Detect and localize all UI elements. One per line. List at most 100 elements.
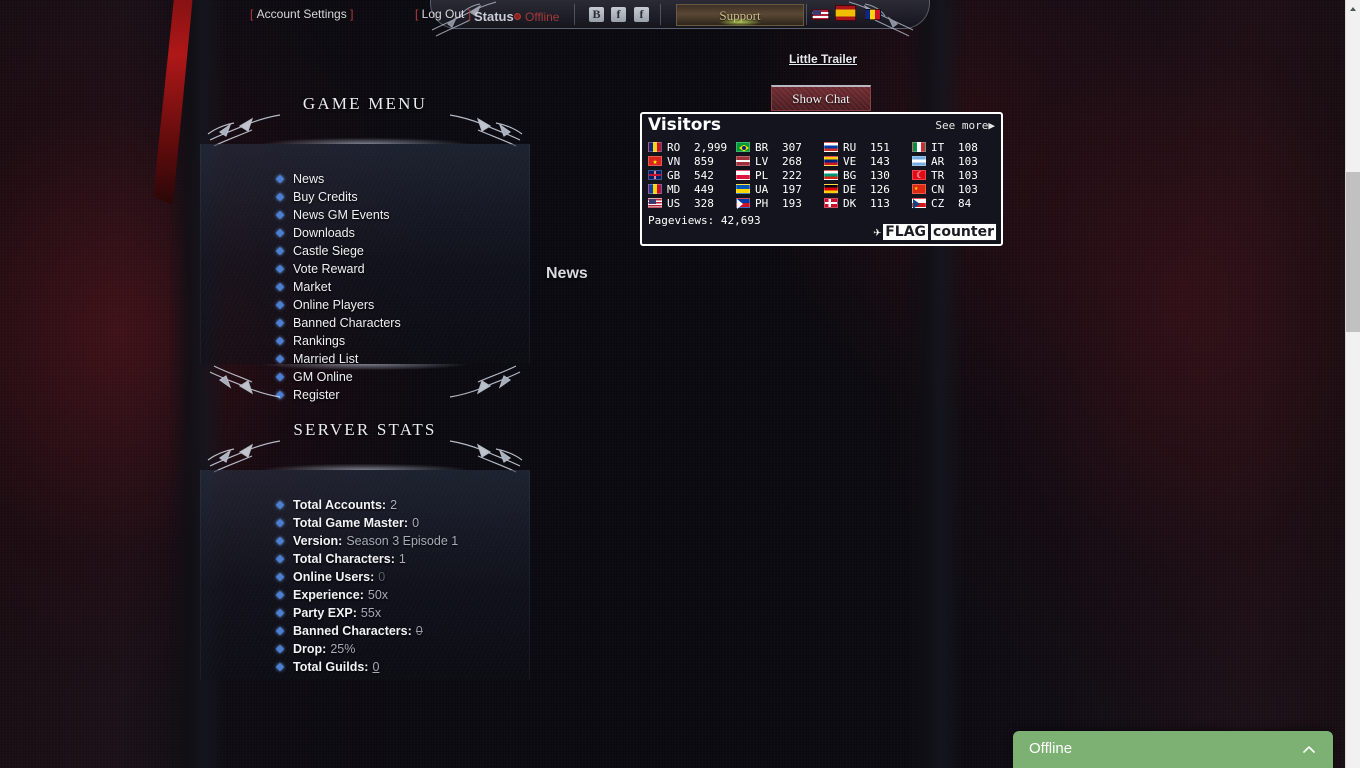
logout-label: Log Out xyxy=(421,7,465,21)
pageviews-value: 42,693 xyxy=(720,214,761,227)
stat-experience: Experience: 50x xyxy=(201,586,529,604)
news-heading: News xyxy=(546,265,588,282)
stat-version: Version: Season 3 Episode 1 xyxy=(201,532,529,550)
us-flag-icon xyxy=(648,198,662,208)
menu-item-vote-reward[interactable]: Vote Reward xyxy=(201,260,529,278)
country-code: RU xyxy=(843,140,857,154)
scroll-up-arrow-icon[interactable] xyxy=(1346,0,1360,17)
menu-item-downloads[interactable]: Downloads xyxy=(201,224,529,242)
bullet-icon xyxy=(275,264,285,274)
flag-column-2: BR 307 LV 268 PL 222 UA 197 PH 193 xyxy=(736,140,824,210)
see-more-label: See more xyxy=(935,119,989,132)
stat-value: Season 3 Episode 1 xyxy=(346,534,459,548)
menu-item-label: News xyxy=(293,172,325,186)
vertical-scrollbar[interactable] xyxy=(1345,0,1360,768)
visitor-count: 126 xyxy=(870,182,890,196)
flag-counter-widget[interactable]: Visitors See more▶ RO 2,999 VN 859 GB 542 M… xyxy=(640,112,1003,246)
support-button[interactable]: Support xyxy=(676,4,804,26)
stat-value: 0 xyxy=(412,516,420,530)
stat-label: Party EXP: xyxy=(293,606,357,620)
flag-row: DE 126 xyxy=(824,182,912,196)
ornament-left-icon xyxy=(206,360,282,404)
flag-row: LV 268 xyxy=(736,154,824,168)
menu-item-buy-credits[interactable]: Buy Credits xyxy=(201,188,529,206)
bg-flag-icon xyxy=(824,170,838,180)
ph-flag-icon xyxy=(736,198,750,209)
bullet-icon xyxy=(275,536,285,546)
country-code: UA xyxy=(755,182,769,196)
stat-label: Experience: xyxy=(293,588,364,602)
live-chat-widget[interactable]: Offline xyxy=(1013,731,1333,768)
country-code: MD xyxy=(667,182,681,196)
menu-item-news[interactable]: News xyxy=(201,170,529,188)
page-root: [ Account Settings ] [ Log Out ] Status … xyxy=(0,0,1360,768)
bullet-icon xyxy=(275,174,285,184)
country-code: GB xyxy=(667,168,681,182)
stat-online-users: Online Users: 0 xyxy=(201,568,529,586)
stat-value[interactable]: 0 xyxy=(372,660,379,674)
account-settings-link[interactable]: [ Account Settings ] xyxy=(250,7,353,21)
stat-label: Online Users: xyxy=(293,570,375,584)
menu-item-castle-siege[interactable]: Castle Siege xyxy=(201,242,529,260)
show-chat-button[interactable]: Show Chat xyxy=(771,85,871,111)
flagcounter-mark-icon: ✈ xyxy=(873,224,881,240)
server-stats-panel: SERVER STATS Total Accounts: 2 Total Gam… xyxy=(200,412,530,680)
visitor-count: 2,999 xyxy=(694,140,728,154)
visitor-count: 268 xyxy=(782,154,802,168)
menu-item-market[interactable]: Market xyxy=(201,278,529,296)
us-flag-icon[interactable] xyxy=(812,9,829,20)
flag-row: UA 197 xyxy=(736,182,824,196)
cz-flag-icon xyxy=(912,198,926,209)
facebook-alt-icon[interactable]: f xyxy=(634,7,649,22)
country-code: IT xyxy=(931,140,945,154)
status-value: Offline xyxy=(525,10,560,24)
header-divider-2 xyxy=(660,4,661,25)
facebook-icon[interactable]: f xyxy=(611,7,626,22)
stat-value: 0 xyxy=(378,570,386,584)
visitor-count: 103 xyxy=(958,154,978,168)
visitor-count: 197 xyxy=(782,182,802,196)
flag-row: VE 143 xyxy=(824,154,912,168)
flagcounter-logo: ✈ FLAG counter xyxy=(873,223,997,241)
game-menu-ornament xyxy=(200,114,530,147)
flag-column-1: RO 2,999 VN 859 GB 542 MD 449 US 328 xyxy=(648,140,736,210)
bracket-close: ] xyxy=(464,7,472,21)
menu-item-label: Rankings xyxy=(293,334,346,348)
little-trailer-link[interactable]: Little Trailer xyxy=(789,52,857,66)
stat-label: Banned Characters: xyxy=(293,624,412,638)
visitor-count: 113 xyxy=(870,196,890,210)
menu-item-label: Register xyxy=(293,388,340,402)
blogger-icon[interactable]: B xyxy=(589,7,604,22)
chevron-up-icon[interactable] xyxy=(1303,743,1315,755)
visitor-count: 222 xyxy=(782,168,802,182)
ar-flag-icon xyxy=(912,156,926,166)
support-glow-decoration xyxy=(718,18,762,26)
menu-item-label: Buy Credits xyxy=(293,190,358,204)
see-more-link[interactable]: See more▶ xyxy=(935,119,995,132)
game-menu-panel: GAME MENU News Buy Credits News GM Event… xyxy=(200,86,530,402)
menu-item-banned-characters[interactable]: Banned Characters xyxy=(201,314,529,332)
logout-link[interactable]: [ Log Out ] xyxy=(415,7,471,21)
flag-row: AR 103 xyxy=(912,154,1000,168)
menu-item-rankings[interactable]: Rankings xyxy=(201,332,529,350)
flag-row: DK 113 xyxy=(824,196,912,210)
country-code: PL xyxy=(755,168,769,182)
country-code: US xyxy=(667,196,681,210)
chat-status-label: Offline xyxy=(1029,740,1073,757)
flag-row: RU 151 xyxy=(824,140,912,154)
menu-item-label: News GM Events xyxy=(293,208,390,222)
bullet-icon xyxy=(275,518,285,528)
vn-flag-icon xyxy=(648,156,662,166)
scrollbar-thumb[interactable] xyxy=(1346,172,1360,332)
menu-item-news-gm-events[interactable]: News GM Events xyxy=(201,206,529,224)
es-flag-icon[interactable] xyxy=(835,5,856,21)
menu-item-online-players[interactable]: Online Players xyxy=(201,296,529,314)
menu-item-label: Banned Characters xyxy=(293,316,401,330)
visitor-count: 328 xyxy=(694,196,714,210)
ro-flag-icon[interactable] xyxy=(864,9,881,20)
de-flag-icon xyxy=(824,184,838,194)
bracket-open: [ xyxy=(415,7,422,21)
ve-flag-icon xyxy=(824,156,838,166)
ru-flag-icon xyxy=(824,142,838,152)
country-code: BG xyxy=(843,168,857,182)
